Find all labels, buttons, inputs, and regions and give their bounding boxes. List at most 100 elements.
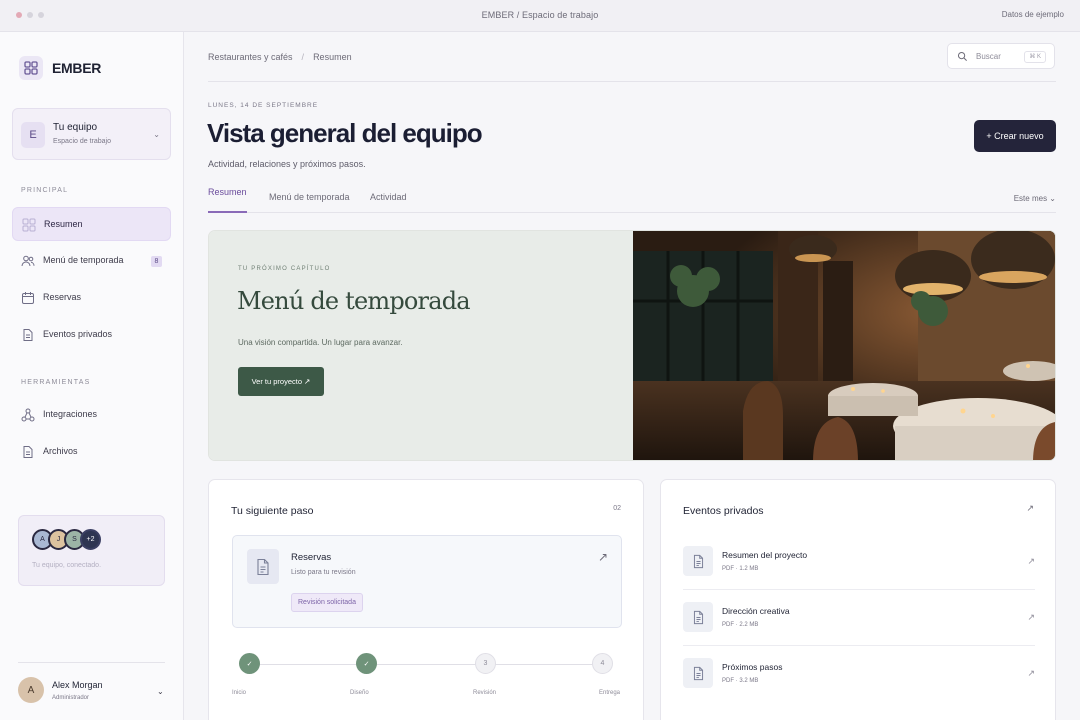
user-avatar[interactable]: A (18, 677, 44, 703)
grid-logo-icon (19, 56, 43, 80)
chevron-down-icon[interactable]: ⌄ (157, 687, 164, 696)
file-row[interactable]: Próximos pasos PDF · 3.2 MB ↗ (683, 646, 1035, 702)
file-name: Resumen del proyecto (722, 550, 808, 560)
arrow-up-right-icon[interactable]: ↗ (598, 550, 608, 564)
next-step-subtitle: Listo para tu revisión (291, 569, 356, 576)
breadcrumb-item[interactable]: Restaurantes y cafés (208, 52, 293, 62)
next-step-item[interactable]: Reservas Listo para tu revisión Revisión… (232, 535, 622, 628)
hero-banner: TU PRÓXIMO CAPÍTULO Menú de temporada Un… (208, 230, 1056, 461)
step-marker: ✓ (239, 653, 260, 674)
window-title: EMBER / Espacio de trabajo (481, 10, 599, 20)
period-select[interactable]: Este mes ⌄ (1014, 194, 1056, 203)
arrow-up-right-icon[interactable]: ↗ (1027, 612, 1035, 623)
search-placeholder: Buscar (976, 52, 1001, 61)
grid-icon (22, 218, 36, 232)
users-icon (21, 255, 35, 267)
arrow-up-right-icon[interactable]: ↗ (1027, 668, 1035, 679)
integrations-icon (21, 408, 35, 422)
window-titlebar: EMBER / Espacio de trabajo Datos de ejem… (0, 0, 1080, 32)
sidebar: EMBER E Tu equipo Espacio de trabajo ⌄ P… (0, 32, 184, 720)
arrow-up-right-icon[interactable]: ↗ (1027, 556, 1035, 567)
private-events-card: Eventos privados ↗ Resumen del proyecto … (660, 479, 1056, 720)
tab-bar: Resumen Menú de temporada Actividad Este… (208, 184, 1056, 213)
team-switcher[interactable]: E Tu equipo Espacio de trabajo ⌄ (12, 108, 171, 160)
file-row[interactable]: Resumen del proyecto PDF · 1.2 MB ↗ (683, 534, 1035, 590)
sidebar-item-integraciones[interactable]: Integraciones (12, 398, 171, 432)
hero-description: Una visión compartida. Un lugar para ava… (238, 338, 403, 347)
step-label: Entrega (599, 690, 621, 696)
user-role: Administrador (52, 695, 90, 701)
document-icon (247, 549, 279, 584)
card-title: Tu siguiente paso (231, 505, 314, 517)
search-icon (957, 51, 967, 61)
section-label-main: PRINCIPAL (21, 187, 69, 194)
breadcrumb-item[interactable]: Resumen (313, 52, 352, 62)
next-step-title: Reservas (291, 552, 332, 563)
step-marker: 4 (592, 653, 613, 674)
search-input[interactable]: Buscar ⌘ K (947, 43, 1055, 69)
brand[interactable]: EMBER (19, 56, 101, 80)
arrow-up-right-icon[interactable]: ↗ (1026, 503, 1034, 514)
keyboard-shortcut: ⌘ K (1024, 51, 1046, 63)
team-name: Tu equipo (53, 122, 98, 133)
tab-actividad[interactable]: Actividad (370, 192, 407, 218)
step-label: Revisión (473, 690, 497, 696)
file-name: Próximos pasos (722, 662, 783, 672)
hero-title: Menú de temporada (237, 287, 471, 315)
page-subtitle: Actividad, relaciones y próximos pasos. (208, 159, 366, 169)
step-marker: 3 (475, 653, 496, 674)
file-name: Dirección creativa (722, 606, 790, 616)
user-name: Alex Morgan (52, 680, 103, 690)
sidebar-item-label: Archivos (43, 446, 78, 456)
card-title: Eventos privados (683, 505, 764, 517)
date-label: LUNES, 14 DE SEPTIEMBRE (208, 102, 319, 109)
hero-eyebrow: TU PRÓXIMO CAPÍTULO (238, 266, 331, 272)
sidebar-item-resumen[interactable]: Resumen (12, 207, 171, 241)
count-badge: 8 (151, 256, 162, 267)
sidebar-item-label: Eventos privados (43, 329, 113, 339)
create-new-button[interactable]: + Crear nuevo (974, 120, 1056, 152)
file-meta: PDF · 1.2 MB (722, 566, 759, 572)
team-subtitle: Espacio de trabajo (53, 138, 111, 145)
avatar-overflow: +2 (80, 529, 101, 550)
section-label-tools: HERRAMIENTAS (21, 379, 91, 386)
divider (208, 81, 1056, 82)
document-icon (683, 546, 713, 576)
view-project-button[interactable]: Ver tu proyecto ↗ (238, 367, 324, 396)
breadcrumb: Restaurantes y cafés / Resumen (208, 52, 352, 62)
document-icon (683, 658, 713, 688)
sidebar-item-archivos[interactable]: Archivos (12, 435, 171, 469)
chevron-down-icon: ⌄ (153, 130, 160, 139)
file-row[interactable]: Dirección creativa PDF · 2.2 MB ↗ (683, 590, 1035, 646)
progress-line (249, 664, 603, 665)
file-meta: PDF · 2.2 MB (722, 622, 759, 628)
status-badge: Revisión solicitada (291, 593, 363, 612)
sample-data-label: Datos de ejemplo (1001, 10, 1064, 19)
team-card[interactable]: A J S +2 Tu equipo, conectado. (18, 515, 165, 586)
file-meta: PDF · 3.2 MB (722, 678, 759, 684)
step-label: Diseño (350, 690, 369, 696)
calendar-icon (22, 292, 34, 304)
step-label: Inicio (232, 690, 247, 696)
divider (18, 662, 165, 663)
team-avatar: E (21, 122, 45, 148)
document-icon (23, 329, 33, 341)
brand-name: EMBER (52, 60, 102, 76)
page-title: Vista general del equipo (207, 118, 483, 148)
sidebar-item-eventos-privados[interactable]: Eventos privados (12, 318, 171, 352)
sidebar-item-label: Menú de temporada (43, 255, 124, 265)
sidebar-item-menu-temporada[interactable]: Menú de temporada 8 (12, 244, 171, 278)
document-icon (23, 446, 33, 458)
tab-menu-temporada[interactable]: Menú de temporada (269, 192, 350, 218)
step-number: 02 (613, 505, 621, 512)
step-marker: ✓ (356, 653, 377, 674)
progress-stepper: ✓ ✓ 3 4 Inicio Diseño Revisión Entrega (232, 652, 622, 700)
sidebar-item-label: Resumen (44, 219, 83, 229)
restaurant-photo (633, 231, 1055, 460)
sidebar-item-label: Reservas (43, 292, 82, 302)
sidebar-item-reservas[interactable]: Reservas (12, 281, 171, 315)
hero-text-panel: TU PRÓXIMO CAPÍTULO Menú de temporada Un… (209, 231, 633, 460)
main-content: Restaurantes y cafés / Resumen Buscar ⌘ … (185, 32, 1080, 720)
team-avatars: A J S +2 (32, 529, 101, 550)
tab-resumen[interactable]: Resumen (208, 187, 247, 213)
